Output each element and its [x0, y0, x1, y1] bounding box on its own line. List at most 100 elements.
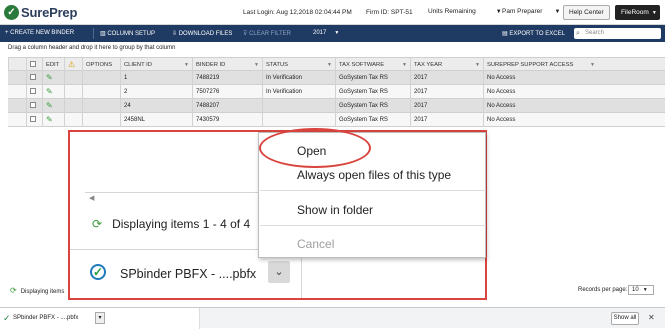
row-checkbox-cell[interactable]	[26, 85, 42, 99]
download-shelf: ✓ SPbinder PBFX - ....pbfx ▾ Show all ✕	[0, 307, 665, 329]
column-setup-button[interactable]: ▥ COLUMN SETUP	[100, 30, 155, 37]
pencil-icon[interactable]: ✎	[46, 101, 53, 110]
user-menu-dropdown[interactable]: Pam Preparer ▼	[502, 8, 560, 15]
user-name: Pam Preparer	[502, 8, 543, 15]
row-checkbox-cell[interactable]	[26, 71, 42, 85]
search-input[interactable]: ⌕ Search	[574, 28, 661, 39]
horizontal-scrollbar[interactable]: ◀	[85, 192, 260, 202]
options-cell[interactable]	[82, 99, 120, 113]
row-checkbox[interactable]	[30, 87, 36, 94]
binder-id-cell[interactable]: 7488219	[192, 71, 262, 85]
edit-cell[interactable]: ✎	[42, 71, 64, 85]
column-header-support-access[interactable]: SUREPREP SUPPORT ACCESS ▼	[483, 58, 665, 72]
column-header-options[interactable]: OPTIONS	[82, 58, 120, 72]
download-files-button[interactable]: ⇩ DOWNLOAD FILES	[172, 30, 232, 37]
menu-item-show-in-folder[interactable]: Show in folder	[297, 203, 373, 217]
sureprep-logo[interactable]: ✓ SurePrep	[4, 3, 77, 22]
row-checkbox-cell[interactable]	[26, 113, 42, 127]
table-row[interactable]: ✎ 2 7507276 In Verification GoSystem Tax…	[8, 85, 665, 99]
support-access-cell: No Access	[483, 71, 665, 85]
column-header-alert[interactable]: ⚠	[64, 58, 82, 72]
search-placeholder: Search	[585, 30, 605, 36]
help-center-button[interactable]: Help Center	[563, 5, 610, 20]
refresh-icon[interactable]: ⟳	[92, 217, 102, 231]
download-file-name[interactable]: SPbinder PBFX - ....pbfx	[13, 315, 78, 321]
filter-icon[interactable]: ▼	[590, 58, 595, 72]
binder-id-cell[interactable]: 7507276	[192, 85, 262, 99]
tax-year-cell: 2017	[410, 71, 483, 85]
select-all-checkbox[interactable]	[30, 60, 36, 67]
pencil-icon[interactable]: ✎	[46, 115, 53, 124]
records-per-page-label: Records per page:	[578, 287, 628, 293]
fileroom-label: FileRoom	[621, 9, 649, 16]
download-item[interactable]: ✓ SPbinder PBFX - ....pbfx ▾	[0, 308, 200, 329]
select-all-header	[8, 58, 26, 72]
export-to-excel-label: EXPORT TO EXCEL	[509, 31, 565, 37]
year-dropdown[interactable]: 2017 ▼	[313, 30, 339, 36]
options-cell[interactable]	[82, 71, 120, 85]
show-all-button[interactable]: Show all	[611, 312, 639, 325]
column-header-client-id[interactable]: CLIENT ID ▼	[120, 58, 192, 72]
client-id-cell: 2	[120, 85, 192, 99]
filter-icon[interactable]: ▼	[475, 58, 480, 72]
zoom-status-bar: ⟳ Displaying items 1 - 4 of 4	[92, 217, 250, 231]
column-header-tax-software[interactable]: TAX SOFTWARE ▼	[335, 58, 410, 72]
filter-icon[interactable]: ▼	[184, 58, 189, 72]
table-row[interactable]: ✎ 2458NL 7430579 GoSystem Tax RS 2017 No…	[8, 113, 665, 127]
alert-cell	[64, 71, 82, 85]
options-cell[interactable]	[82, 113, 120, 127]
filter-icon[interactable]: ▼	[327, 58, 332, 72]
menu-item-cancel: Cancel	[297, 237, 335, 251]
column-header-binder-id[interactable]: BINDER ID ▼	[192, 58, 262, 72]
row-checkbox[interactable]	[30, 115, 36, 122]
pencil-icon[interactable]: ✎	[46, 87, 53, 96]
top-header: ✓ SurePrep Last Login: Aug 12,2018 02:04…	[0, 0, 665, 25]
chevron-down-icon[interactable]: ⌄	[268, 261, 290, 283]
group-by-drop-zone[interactable]: Drag a column header and drop it here to…	[8, 45, 175, 51]
zoom-download-file-name[interactable]: SPbinder PBFX - ....pbfx	[120, 267, 256, 281]
client-id-header-label: CLIENT ID	[124, 62, 152, 68]
create-new-binder-button[interactable]: + CREATE NEW BINDER	[5, 30, 74, 36]
refresh-icon[interactable]: ⟳	[10, 286, 17, 295]
toolbar: + CREATE NEW BINDER ▥ COLUMN SETUP ⇩ DOW…	[0, 25, 665, 42]
records-per-page-dropdown[interactable]: 10 ▼	[628, 285, 654, 295]
edit-cell[interactable]: ✎	[42, 85, 64, 99]
last-login-text: Last Login: Aug 12,2018 02:04:44 PM	[243, 9, 352, 16]
row-checkbox[interactable]	[30, 73, 36, 80]
table-row[interactable]: ✎ 1 7488219 In Verification GoSystem Tax…	[8, 71, 665, 85]
edit-cell[interactable]: ✎	[42, 99, 64, 113]
binder-id-header-label: BINDER ID	[196, 62, 226, 68]
binder-id-cell[interactable]: 7430579	[192, 113, 262, 127]
column-setup-label: COLUMN SETUP	[107, 31, 156, 37]
chevron-down-icon[interactable]: ▾	[95, 312, 105, 324]
table-row[interactable]: ✎ 24 7488207 GoSystem Tax RS 2017 No Acc…	[8, 99, 665, 113]
column-header-status[interactable]: STATUS ▼	[262, 58, 335, 72]
export-to-excel-button[interactable]: ▤ EXPORT TO EXCEL	[502, 30, 565, 37]
tax-software-cell: GoSystem Tax RS	[335, 85, 410, 99]
status-cell: In Verification	[262, 85, 335, 99]
filter-icon[interactable]: ▼	[254, 58, 259, 72]
fileroom-dropdown[interactable]: FileRoom ▼	[615, 5, 660, 20]
edit-cell[interactable]: ✎	[42, 113, 64, 127]
binder-id-cell[interactable]: 7488207	[192, 99, 262, 113]
firm-id-text: Firm ID: SPT-51	[366, 9, 413, 16]
pencil-icon[interactable]: ✎	[46, 73, 53, 82]
download-icon: ⇩	[172, 31, 179, 37]
menu-item-always-open[interactable]: Always open files of this type	[297, 168, 451, 182]
column-header-edit[interactable]: EDIT	[42, 58, 64, 72]
sureprep-file-icon: ✓	[3, 313, 11, 323]
scroll-left-icon[interactable]: ◀	[89, 194, 94, 202]
row-checkbox[interactable]	[30, 101, 36, 108]
logo-text: SurePrep	[21, 5, 78, 20]
header-checkbox-cell[interactable]	[26, 58, 42, 72]
clear-filter-button[interactable]: ⊽ CLEAR FILTER	[243, 30, 291, 37]
units-remaining-label: Units Remaining	[428, 8, 476, 15]
units-remaining-dropdown[interactable]: Units Remaining ▼	[428, 8, 502, 15]
zoom-status-text: Displaying items 1 - 4 of 4	[112, 217, 251, 231]
column-header-tax-year[interactable]: TAX YEAR ▼	[410, 58, 483, 72]
filter-icon[interactable]: ▼	[402, 58, 407, 72]
close-icon[interactable]: ✕	[648, 313, 655, 322]
options-cell[interactable]	[82, 85, 120, 99]
warning-icon: ⚠	[68, 60, 76, 69]
row-checkbox-cell[interactable]	[26, 99, 42, 113]
